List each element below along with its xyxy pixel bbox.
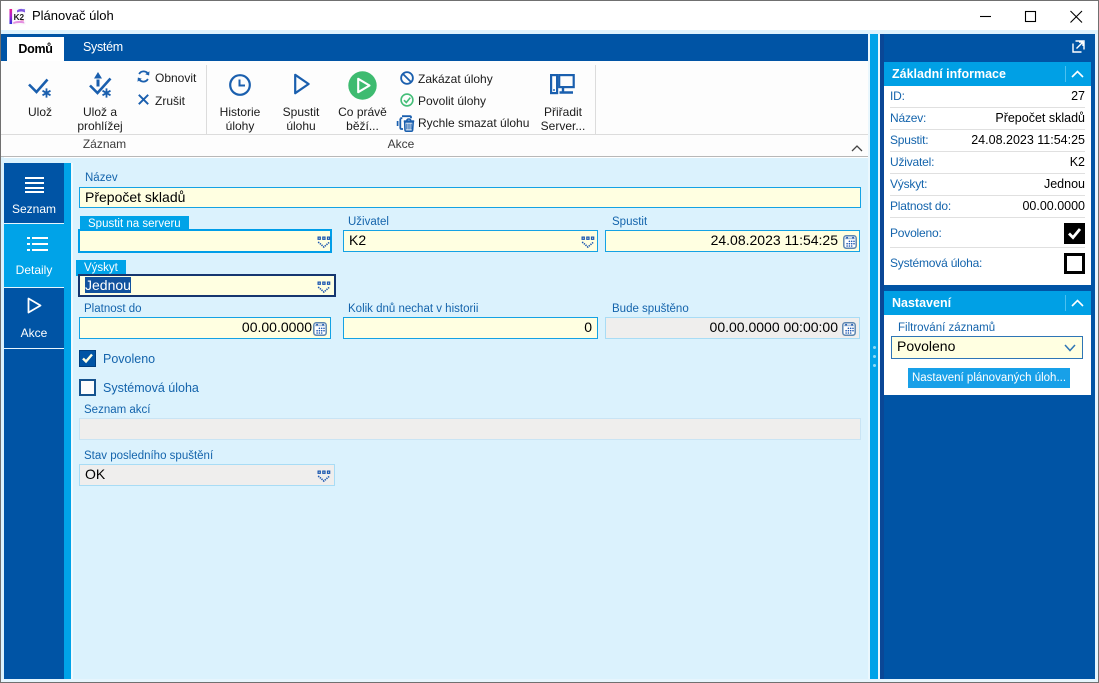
svg-text:K2: K2 [14,13,25,22]
